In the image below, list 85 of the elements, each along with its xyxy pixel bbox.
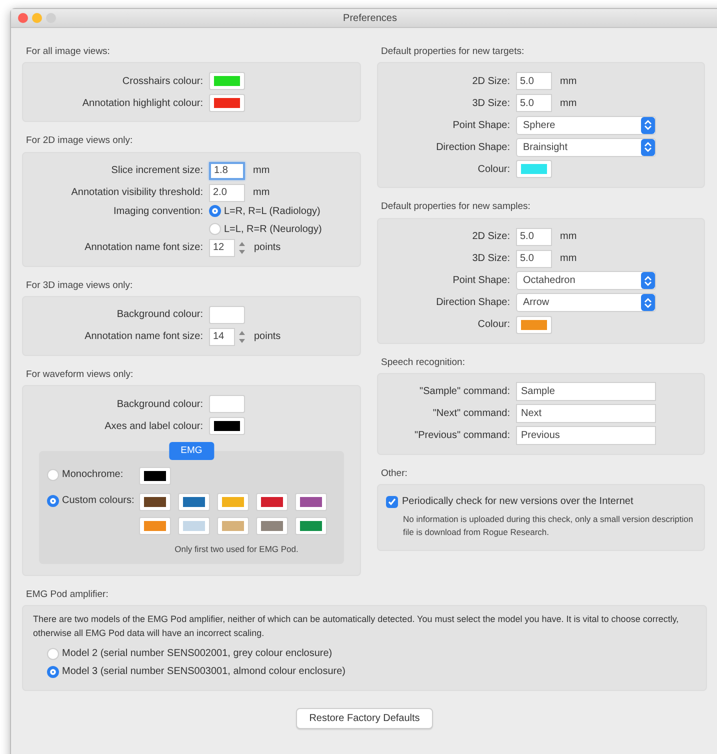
section-title: Default properties for new targets: [380, 45, 524, 59]
unit-label: mm [559, 74, 577, 89]
unit-label: mm [559, 252, 577, 266]
field-label: Crosshairs colour: [121, 74, 204, 89]
colour-well[interactable] [139, 493, 171, 511]
radio-label: L=R, R=L (Radiology) [224, 204, 320, 218]
number-field[interactable]: 12 [209, 238, 235, 256]
chevron-icon [644, 274, 652, 286]
stepper-icon[interactable] [238, 240, 246, 256]
number-field[interactable]: 1.8 [209, 162, 245, 180]
unit-label: mm [559, 96, 577, 111]
checkbox-label: Periodically check for new versions over the Internet [402, 495, 634, 509]
text-field[interactable]: Next [516, 404, 656, 424]
section-title: Other: [380, 466, 408, 481]
colour-well[interactable] [209, 417, 245, 435]
unit-label: mm [252, 186, 270, 200]
field-label: Background colour: [116, 308, 204, 322]
field-label: "Sample" command: [418, 385, 511, 400]
number-field[interactable]: 5.0 [516, 228, 552, 246]
field-label: Annotation highlight colour: [81, 96, 204, 111]
field-label: Point Shape: [452, 118, 511, 133]
field-label: Background colour: [116, 398, 204, 412]
radio-label: Monochrome: [62, 468, 124, 482]
number-field[interactable]: 5.0 [516, 94, 552, 112]
checkbox[interactable] [386, 496, 398, 508]
tab[interactable]: EMG [168, 442, 214, 460]
description-text: There are two models of the EMG Pod amplifier, neither of which can be automatically detected. You must select the model you have. It is vital to choose correctly, otherwise all EMG Pod data will have an incorrect scaling. [33, 613, 680, 640]
number-field[interactable]: 14 [209, 328, 235, 346]
field-label: Colour: [476, 162, 511, 177]
number-field[interactable]: 5.0 [516, 72, 552, 90]
field-label: 3D Size: [471, 96, 511, 111]
chevron-icon [644, 141, 652, 154]
radio-button[interactable] [209, 223, 221, 235]
field-label: Axes and label colour: [104, 420, 204, 434]
text-field[interactable]: Previous [516, 426, 656, 446]
section-title: EMG Pod amplifier: [25, 588, 108, 602]
stepper-icon[interactable] [238, 328, 246, 345]
unit-label: mm [252, 164, 270, 178]
unit-label: points [253, 330, 281, 344]
field-label: "Previous" command: [414, 429, 511, 444]
number-field[interactable]: 2.0 [209, 184, 245, 202]
restore-defaults-button[interactable]: Restore Factory Defaults [296, 708, 433, 729]
unit-label: points [253, 241, 281, 255]
radio-button[interactable] [47, 666, 59, 678]
field-label: Point Shape: [452, 274, 511, 288]
radio-button[interactable] [209, 205, 221, 217]
note-text: Only first two used for EMG Pod. [174, 543, 300, 556]
section-title: For 2D image views only: [25, 134, 133, 148]
radio-label: Model 2 (serial number SENS002001, grey colour enclosure) [62, 647, 332, 661]
radio-label: Custom colours: [62, 494, 134, 508]
popup-button[interactable]: Octahedron [516, 271, 656, 290]
field-label: 2D Size: [471, 74, 511, 89]
radio-button[interactable] [47, 648, 59, 660]
field-label: Annotation name font size: [84, 330, 204, 344]
field-label: 2D Size: [471, 230, 511, 244]
field-label: Imaging convention: [112, 204, 204, 218]
popup-button[interactable]: Brainsight [516, 138, 656, 157]
field-label: Direction Shape: [435, 140, 511, 155]
text-field[interactable]: Sample [516, 382, 656, 402]
unit-label: mm [559, 230, 577, 244]
note-text: No information is uploaded during this check, only a small version description file is download from Rogue Research. [402, 513, 694, 538]
radio-button[interactable] [47, 468, 59, 480]
radio-button[interactable] [47, 494, 59, 506]
field-label: Slice increment size: [110, 164, 204, 178]
section-title: Speech recognition: [380, 356, 465, 370]
field-label: Annotation visibility threshold: [70, 186, 204, 200]
section-title: For all image views: [25, 45, 110, 59]
field-label: 3D Size: [471, 252, 511, 266]
section-title: For 3D image views only: [25, 278, 133, 292]
chevron-icon [644, 119, 652, 132]
field-label: Direction Shape: [435, 296, 511, 310]
popup-button[interactable]: Sphere [516, 116, 656, 135]
section-title: Default properties for new samples: [380, 200, 530, 214]
close-button[interactable] [18, 13, 28, 23]
radio-label: L=L, R=R (Neurology) [224, 222, 322, 236]
window-title: Preferences [343, 12, 397, 26]
section-title: For waveform views only: [25, 368, 134, 382]
field-label: Colour: [476, 318, 511, 332]
number-field[interactable]: 5.0 [516, 250, 552, 268]
colour-well[interactable] [139, 467, 171, 485]
popup-button[interactable]: Arrow [516, 293, 656, 312]
chevron-icon [644, 296, 652, 308]
field-label: Annotation name font size: [84, 241, 204, 255]
radio-label: Model 3 (serial number SENS003001, almond colour enclosure) [62, 665, 346, 679]
field-label: "Next" command: [432, 407, 511, 422]
